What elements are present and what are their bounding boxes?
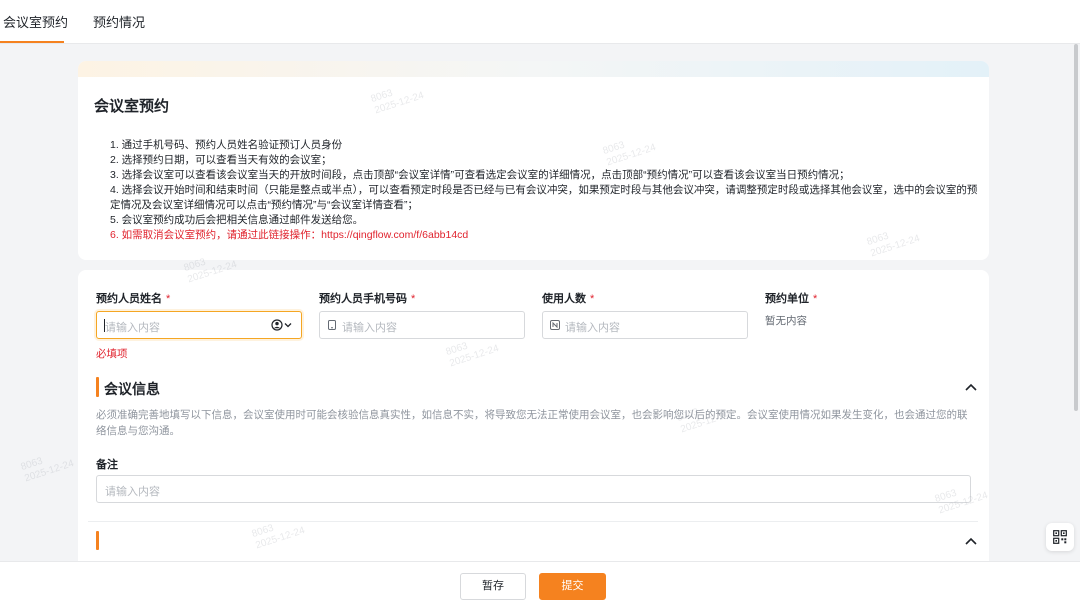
person-select-icon[interactable] — [271, 319, 293, 331]
unit-label-text: 预约单位 — [765, 293, 809, 305]
footer-bar: 暂存 提交 — [0, 561, 1080, 611]
cancel-instruction-link[interactable]: 6. 如需取消会议室预约，请通过此链接操作：https://qingflow.c… — [110, 228, 980, 243]
required-mark: * — [590, 293, 595, 305]
count-label-text: 使用人数 — [542, 293, 586, 305]
save-draft-button[interactable]: 暂存 — [460, 573, 526, 600]
chevron-up-icon[interactable] — [964, 382, 978, 392]
instruction-item: 2. 选择预约日期，可以查看当天有效的会议室； — [110, 154, 332, 166]
intro-title: 会议室预约 — [94, 98, 170, 115]
form-card: 预约人员姓名 * 请输入内容 必填项 预约人员手机号码 * 请输入内容 使用人数 * … — [78, 270, 989, 570]
phone-icon — [328, 320, 336, 330]
required-error: 必填项 — [96, 348, 128, 360]
required-mark: * — [411, 293, 416, 305]
chevron-up-icon[interactable] — [964, 536, 978, 546]
required-mark: * — [813, 293, 818, 305]
intro-header-gradient — [78, 61, 989, 77]
count-placeholder: 请输入内容 — [565, 322, 620, 334]
instruction-item: 5. 会议室预约成功后会把相关信息通过邮件发送给您。 — [110, 214, 364, 226]
intro-instructions: 1. 通过手机号码、预约人员姓名验证预订人员身份 2. 选择预约日期，可以查看当… — [110, 138, 980, 243]
tab-booking-status[interactable]: 预约情况 — [93, 15, 145, 31]
name-field-label: 预约人员姓名 * — [96, 290, 170, 306]
instruction-item: 4. 选择会议开始时间和结束时间（只能是整点或半点），可以查看预定时段是否已经与… — [110, 184, 978, 211]
meeting-section-description: 必须准确完善地填写以下信息，会议室使用时可能会核验信息真实性，如信息不实，将导致… — [96, 409, 968, 437]
section-accent-bar — [96, 531, 99, 550]
active-tab-indicator — [0, 41, 64, 43]
meeting-section-title: 会议信息 — [104, 381, 160, 397]
watermark: 8063 2025-12-24 — [20, 447, 76, 486]
unit-value: 暂无内容 — [765, 315, 807, 327]
intro-card: 会议室预约 1. 通过手机号码、预约人员姓名验证预订人员身份 2. 选择预约日期… — [78, 61, 989, 260]
count-input[interactable]: 请输入内容 — [542, 311, 748, 339]
remark-label: 备注 — [96, 459, 118, 471]
section-divider — [88, 521, 978, 522]
name-placeholder: 请输入内容 — [105, 322, 160, 334]
instruction-item: 1. 通过手机号码、预约人员姓名验证预订人员身份 — [110, 139, 343, 151]
phone-input[interactable]: 请输入内容 — [319, 311, 525, 339]
qr-code-icon — [1053, 530, 1067, 544]
watermark-line: 2025-12-24 — [23, 458, 76, 485]
top-tabs: 会议室预约 预约情况 — [0, 0, 1080, 44]
count-field-label: 使用人数 * — [542, 290, 594, 306]
unit-field-label: 预约单位 * — [765, 290, 817, 306]
required-mark: * — [166, 293, 171, 305]
section-accent-bar — [96, 377, 99, 397]
name-input[interactable]: 请输入内容 — [96, 311, 302, 339]
watermark-line: 8063 — [19, 455, 45, 473]
submit-button[interactable]: 提交 — [539, 573, 606, 600]
remark-input[interactable]: 请输入内容 — [96, 475, 971, 503]
qr-code-button[interactable] — [1046, 523, 1074, 551]
instruction-item: 3. 选择会议室可以查看该会议室当天的开放时间段，点击顶部“会议室详情”可查看选… — [110, 169, 850, 181]
scrollbar-thumb[interactable] — [1074, 44, 1078, 411]
tab-meeting-booking[interactable]: 会议室预约 — [3, 15, 68, 31]
number-icon — [550, 320, 560, 330]
phone-field-label: 预约人员手机号码 * — [319, 290, 415, 306]
phone-placeholder: 请输入内容 — [342, 322, 397, 334]
phone-label-text: 预约人员手机号码 — [319, 293, 407, 305]
name-label-text: 预约人员姓名 — [96, 293, 162, 305]
remark-placeholder: 请输入内容 — [105, 486, 160, 498]
